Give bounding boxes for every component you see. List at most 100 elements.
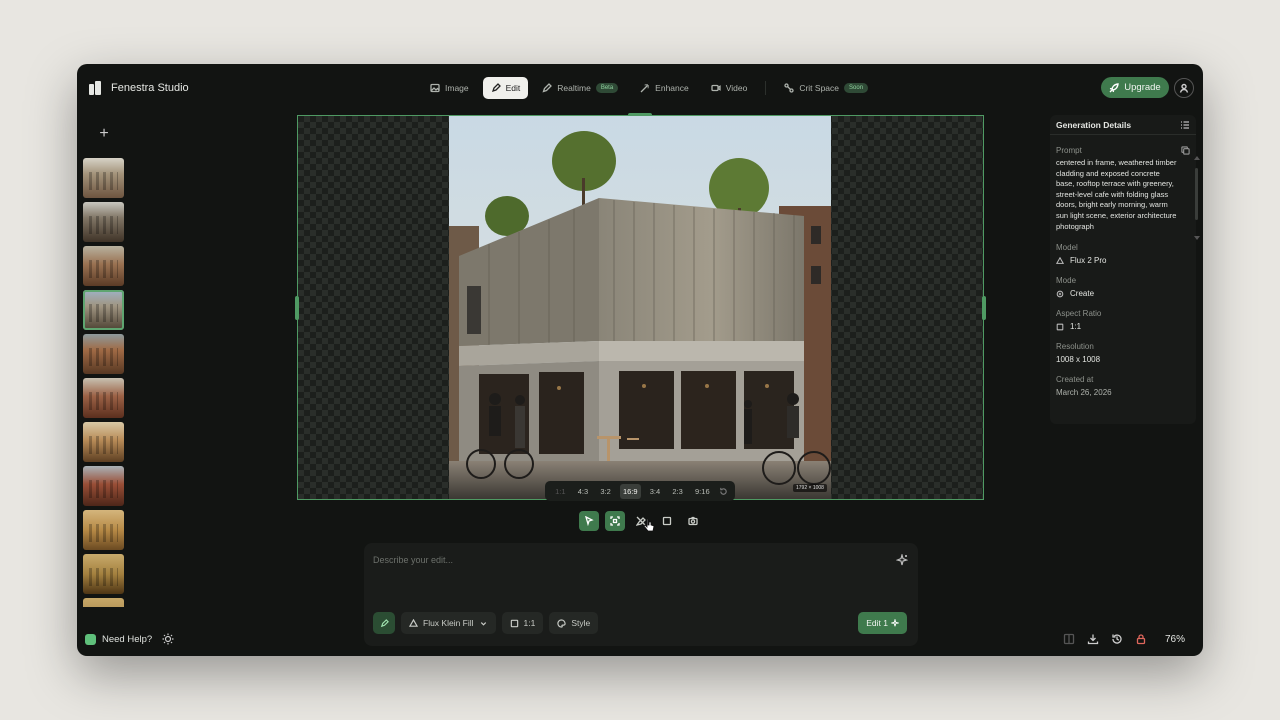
- building-photo: [449, 116, 831, 499]
- nav-enhance[interactable]: Enhance: [632, 77, 697, 99]
- history-thumbnail[interactable]: [83, 334, 124, 374]
- panel-toggle-icon[interactable]: [1063, 633, 1075, 645]
- history-thumbnail[interactable]: [83, 466, 124, 506]
- history-strip[interactable]: [83, 158, 125, 607]
- nav-edit[interactable]: Edit: [482, 77, 529, 99]
- nav-crit-space-label: Crit Space: [799, 83, 840, 93]
- aspect-ratio-label: Aspect Ratio: [1056, 309, 1102, 319]
- reset-icon[interactable]: [719, 487, 728, 496]
- history-thumbnail[interactable]: [83, 378, 124, 418]
- list-icon[interactable]: [1180, 120, 1190, 130]
- canvas-frame[interactable]: 1792 × 1008: [295, 113, 986, 500]
- nav-separator: [765, 81, 767, 95]
- nav-video-label: Video: [725, 83, 748, 93]
- ratio-16-9[interactable]: 16:9: [619, 483, 641, 499]
- prompt-text: centered in frame, weathered timber clad…: [1056, 158, 1177, 231]
- nav-video[interactable]: Video: [703, 77, 756, 99]
- pen-icon: [542, 83, 553, 93]
- history-thumbnail[interactable]: [83, 202, 124, 242]
- prompt-scrollbar[interactable]: [1194, 156, 1200, 240]
- app-name: Fenestra Studio: [111, 82, 189, 94]
- prompt-text-container: centered in frame, weathered timber clad…: [1056, 156, 1200, 240]
- history-thumbnail-selected[interactable]: [83, 290, 124, 330]
- help-label: Need Help?: [102, 633, 153, 645]
- ratio-1-1[interactable]: 1:1: [552, 484, 568, 499]
- sun-icon[interactable]: [162, 633, 174, 645]
- ratio-4-3[interactable]: 4:3: [575, 484, 591, 499]
- new-generation-button[interactable]: +: [96, 126, 112, 142]
- palette-icon: [557, 618, 567, 628]
- nav-enhance-label: Enhance: [655, 83, 689, 93]
- ratio-3-2[interactable]: 3:2: [597, 484, 613, 499]
- submit-edit-label: Edit 1: [866, 618, 888, 628]
- resize-handle-left[interactable]: [295, 296, 299, 320]
- square-icon: [1056, 323, 1064, 330]
- nav-image-label: Image: [445, 83, 469, 93]
- user-icon: [1179, 83, 1189, 93]
- aspect-ratio-value: 1:1: [1056, 322, 1190, 331]
- model-value: Flux 2 Pro: [1056, 256, 1190, 265]
- nav-realtime[interactable]: Realtime Beta: [534, 77, 626, 99]
- history-thumbnail[interactable]: [83, 246, 124, 286]
- style-label: Style: [571, 618, 591, 628]
- rocket-icon: [1109, 82, 1120, 92]
- history-icon[interactable]: [1111, 633, 1123, 645]
- ratio-2-3[interactable]: 2:3: [669, 484, 685, 499]
- model-select[interactable]: Flux Klein Fill: [401, 612, 496, 634]
- mode-nav: Image Edit Realtime Beta Enhance Video C…: [422, 77, 876, 99]
- edit-prompt-input[interactable]: [373, 553, 853, 567]
- sparkle-icon: [891, 619, 899, 627]
- select-tool[interactable]: [579, 511, 599, 531]
- generated-image[interactable]: [449, 116, 831, 499]
- zoom-level[interactable]: 76%: [1165, 634, 1185, 645]
- square-icon: [510, 619, 518, 627]
- mode-value-text: Create: [1070, 289, 1095, 299]
- history-thumbnail[interactable]: [83, 598, 124, 607]
- create-icon: [1056, 290, 1064, 297]
- nav-crit-space[interactable]: Crit Space Soon: [776, 77, 876, 99]
- prompt-label: Prompt: [1056, 146, 1082, 155]
- wand-icon: [640, 84, 650, 93]
- brand[interactable]: Fenestra Studio: [89, 78, 189, 98]
- nav-edit-label: Edit: [505, 83, 521, 93]
- sparkle-icon: [895, 552, 909, 566]
- details-title: Generation Details: [1056, 119, 1132, 130]
- history-thumbnail[interactable]: [83, 510, 124, 550]
- draw-mask-button[interactable]: [373, 612, 395, 634]
- cursor-icon: [585, 516, 594, 526]
- nav-image[interactable]: Image: [422, 77, 477, 99]
- history-thumbnail[interactable]: [83, 422, 124, 462]
- pencil-icon: [380, 618, 389, 627]
- account-button[interactable]: [1174, 78, 1194, 98]
- image-dimensions: 1792 × 1008: [793, 484, 827, 492]
- help-link[interactable]: Need Help?: [85, 633, 174, 645]
- beta-badge: Beta: [595, 83, 619, 93]
- app-window: Fenestra Studio Image Edit Realtime Beta…: [77, 64, 1203, 656]
- ratio-9-16[interactable]: 9:16: [692, 484, 713, 499]
- ratio-3-4[interactable]: 3:4: [647, 484, 663, 499]
- resolution-value: 1008 x 1008: [1056, 355, 1101, 365]
- enhance-prompt-button[interactable]: [895, 552, 909, 566]
- soon-badge: Soon: [844, 83, 869, 93]
- copy-icon[interactable]: [1181, 146, 1190, 155]
- lock-icon[interactable]: [1135, 633, 1147, 645]
- upgrade-button[interactable]: Upgrade: [1101, 77, 1169, 98]
- history-thumbnail[interactable]: [83, 554, 124, 594]
- generation-details-panel: Generation Details Prompt centered in fr…: [1050, 115, 1200, 424]
- resize-handle-right[interactable]: [982, 296, 986, 320]
- history-thumbnail[interactable]: [83, 158, 124, 198]
- image-icon: [430, 83, 440, 93]
- canvas-toolbar: [579, 511, 703, 531]
- style-button[interactable]: Style: [549, 612, 599, 634]
- model-value-text: Flux 2 Pro: [1070, 256, 1107, 266]
- expand-tool[interactable]: [605, 511, 625, 531]
- submit-edit-button[interactable]: Edit 1: [858, 612, 907, 634]
- snapshot-tool[interactable]: [683, 511, 703, 531]
- model-icon: [1056, 256, 1064, 264]
- rectangle-tool[interactable]: [657, 511, 677, 531]
- aspect-ratio-value-text: 1:1: [1070, 322, 1082, 332]
- download-icon[interactable]: [1087, 633, 1099, 645]
- nav-realtime-label: Realtime: [557, 83, 591, 93]
- aspect-select[interactable]: 1:1: [501, 612, 544, 634]
- nodes-icon: [784, 83, 794, 93]
